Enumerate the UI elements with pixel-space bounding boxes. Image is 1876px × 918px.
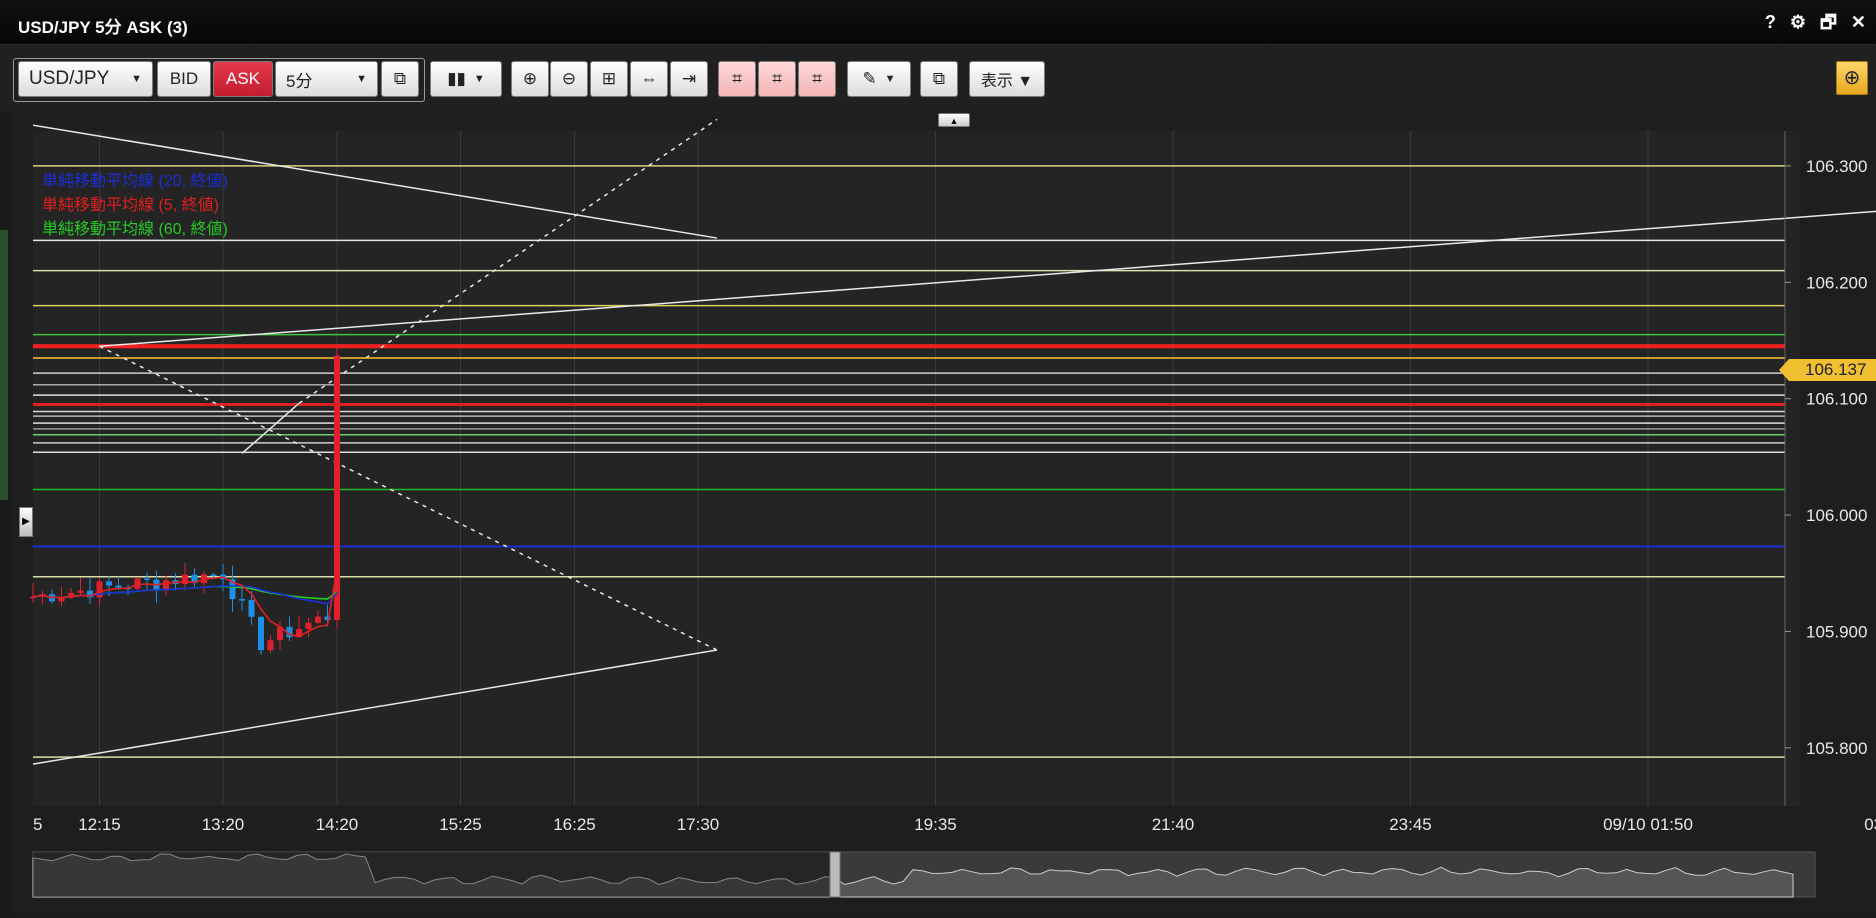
legend-sma5: 単純移動平均線 (5, 終値) — [42, 196, 219, 214]
symbol-select[interactable]: USD/JPY ▼ — [18, 61, 153, 97]
navigator-mask — [33, 852, 836, 897]
candle-body — [144, 578, 150, 580]
price-tick-label: 106.000 — [1806, 506, 1867, 525]
plot-background — [33, 131, 1800, 806]
candle-body — [163, 580, 169, 589]
chart-toolbar: USD/JPY ▼ BID ASK 5分 ▼ ⧉ ▮▮ ▼ ⊕ ⊖ ⊞ ⇔ ⇥ ⌗… — [0, 45, 1876, 111]
time-tick-label: 14:20 — [316, 815, 359, 834]
time-axis: 5 13:20 15:25 17:30 19:35 21:40 23:45 09/10 01:… — [33, 815, 1876, 834]
navigator-handle[interactable] — [830, 852, 840, 897]
timeframe-value: 5分 — [286, 67, 312, 92]
edit-indicator-icon[interactable]: ⌗ — [758, 61, 796, 97]
draw-tool-button[interactable]: ✎▼ — [847, 61, 911, 97]
candle-body — [306, 623, 312, 629]
add-indicator-icon[interactable]: ⌗ — [718, 61, 756, 97]
side-panel-edge — [0, 230, 8, 500]
link-icon[interactable]: ⧉ — [381, 61, 419, 97]
expand-icon[interactable]: ⇔ — [630, 61, 668, 97]
candlestick-icon: ▮▮ — [447, 69, 466, 89]
scroll-end-icon[interactable]: ⇥ — [670, 61, 708, 97]
crosshair-icon[interactable]: ⊕ — [1836, 61, 1868, 95]
ask-button[interactable]: ASK — [213, 61, 273, 97]
candle-body — [239, 599, 245, 601]
candle-body — [315, 617, 321, 623]
fit-icon[interactable]: ⊞ — [590, 61, 628, 97]
settings-gear-icon[interactable]: ⚙ — [1790, 12, 1806, 32]
window-title: USD/JPY 5分 ASK (3) — [18, 13, 188, 38]
window-titlebar: USD/JPY 5分 ASK (3) ? ⚙ 🗗 ✕ — [0, 0, 1876, 45]
timeframe-select[interactable]: 5分 ▼ — [275, 61, 378, 97]
time-tick-label: 17:30 — [677, 815, 720, 834]
time-tick-label: 12:15 — [78, 815, 121, 834]
time-tick-label: 03:55 — [1864, 815, 1876, 834]
display-menu-button[interactable]: 表示 ▼ — [969, 61, 1045, 97]
time-tick-label: 21:40 — [1152, 815, 1195, 834]
chevron-down-icon: ▼ — [356, 73, 367, 85]
zoom-out-icon[interactable]: ⊖ — [550, 61, 588, 97]
legend-sma20: 単純移動平均線 (20, 終値) — [42, 172, 228, 190]
collapse-toolbar-button[interactable]: ▲ — [938, 113, 970, 127]
help-icon[interactable]: ? — [1765, 12, 1776, 32]
candle-body — [249, 600, 255, 617]
price-tick-label: 105.800 — [1806, 739, 1867, 758]
restore-window-icon[interactable]: 🗗 — [1820, 12, 1837, 32]
symbol-value: USD/JPY — [29, 68, 109, 90]
time-tick-label: 15:25 — [439, 815, 482, 834]
time-tick-label: 09/10 01:50 — [1603, 815, 1693, 834]
close-window-icon[interactable]: ✕ — [1851, 12, 1866, 32]
legend: 単純移動平均線 (20, 終値) 単純移動平均線 (5, 終値) 単純移動平均線… — [42, 172, 228, 238]
chart-area[interactable]: 106.300 106.200 106.100 106.000 105.900 105.8… — [14, 111, 1876, 913]
expand-side-panel-button[interactable]: ▶ — [19, 507, 33, 537]
price-tick-label: 106.200 — [1806, 273, 1867, 292]
chevron-down-icon: ▼ — [474, 73, 485, 85]
screenshot-icon[interactable]: ⧉ — [920, 61, 958, 97]
bid-button[interactable]: BID — [157, 61, 211, 97]
time-tick-label: 5 — [33, 815, 42, 834]
candle-body — [116, 586, 122, 588]
remove-indicator-icon[interactable]: ⌗ — [798, 61, 836, 97]
legend-sma60: 単純移動平均線 (60, 終値) — [42, 220, 228, 238]
candle-body — [78, 591, 84, 593]
current-price-badge: 106.137 — [1789, 359, 1876, 381]
candle-body — [182, 575, 188, 584]
price-tick-label: 105.900 — [1806, 622, 1867, 641]
chevron-down-icon: ▼ — [131, 73, 142, 85]
candle-body — [268, 640, 274, 650]
time-tick-label: 19:35 — [914, 815, 957, 834]
candle-body — [211, 574, 217, 576]
price-tick-label: 106.100 — [1806, 390, 1867, 409]
price-tick-label: 106.300 — [1806, 157, 1867, 176]
candle-body — [258, 617, 264, 650]
pen-icon: ✎ — [862, 69, 876, 89]
price-chart[interactable]: 106.300 106.200 106.100 106.000 105.900 105.8… — [14, 111, 1876, 913]
chevron-down-icon: ▼ — [885, 73, 896, 85]
time-tick-label: 16:25 — [553, 815, 596, 834]
chart-type-button[interactable]: ▮▮ ▼ — [430, 61, 502, 97]
candle-body — [106, 581, 112, 585]
zoom-in-icon[interactable]: ⊕ — [511, 61, 549, 97]
time-tick-label: 23:45 — [1389, 815, 1432, 834]
candle-body — [59, 598, 65, 602]
time-tick-label: 13:20 — [202, 815, 245, 834]
